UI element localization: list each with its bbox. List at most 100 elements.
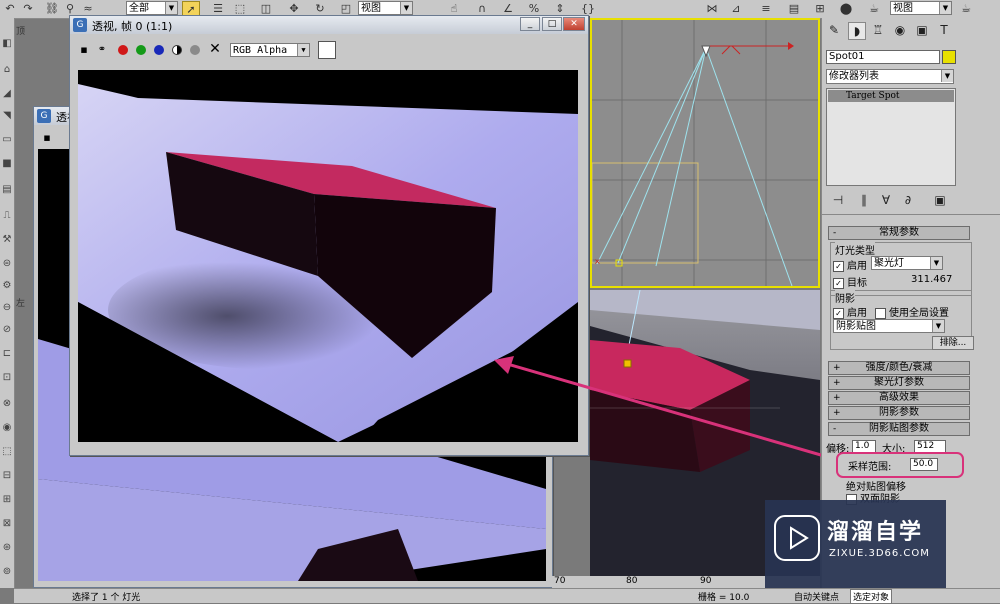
object-color-swatch[interactable] (942, 50, 956, 64)
tool-icon[interactable]: ⊡ (1, 372, 13, 384)
light-enable-checkbox[interactable]: ✓ 启用 (833, 257, 867, 272)
clear-icon[interactable]: ✕ (208, 41, 222, 57)
tool-icon[interactable]: ⊠ (1, 518, 13, 530)
tool-icon[interactable]: ⊘ (1, 324, 13, 336)
monochrome-icon[interactable] (190, 45, 200, 55)
intensity-rollout[interactable]: + 强度/颜色/衰减 (828, 361, 970, 375)
selection-filter-dropdown[interactable]: 全部 ▼ (126, 1, 178, 15)
create-tab-icon[interactable]: ✎ (826, 22, 842, 38)
tool-icon[interactable]: ⊞ (1, 494, 13, 506)
shadow-type-dropdown[interactable]: 阴影贴图 ▼ (833, 319, 945, 333)
tool-icon[interactable]: ■ (1, 158, 13, 170)
tool-icon[interactable]: ⊗ (1, 398, 13, 410)
auto-key-button[interactable]: 自动关键点 (794, 590, 839, 603)
redo-icon[interactable]: ↷ (20, 1, 36, 16)
hierarchy-tab-icon[interactable]: ♖ (870, 22, 886, 38)
tool-icon[interactable]: ⚙ (1, 280, 13, 292)
link-icon[interactable]: ⛓ (44, 1, 60, 16)
advanced-effects-rollout[interactable]: + 高级效果 (828, 391, 970, 405)
sample-range-spinner[interactable]: 50.0 (910, 458, 938, 471)
viewport-top-right[interactable]: × (590, 18, 820, 288)
snap-icon[interactable]: ∩ (474, 1, 490, 16)
remove-modifier-icon[interactable]: ∂ (900, 192, 916, 208)
modify-tab-icon[interactable]: ◗ (848, 22, 866, 40)
exclude-button[interactable]: 排除... (932, 336, 974, 350)
light-type-dropdown[interactable]: 聚光灯 ▼ (871, 256, 943, 270)
tool-icon[interactable]: ⊛ (1, 542, 13, 554)
bind-space-warp-icon[interactable]: ≈ (80, 1, 96, 16)
general-params-rollout[interactable]: - 常规参数 (828, 226, 970, 240)
modifier-list-dropdown[interactable]: 修改器列表 ▼ (826, 69, 954, 84)
tool-icon[interactable]: ⊏ (1, 348, 13, 360)
save-image-icon[interactable]: ▪ (78, 44, 90, 56)
display-tab-icon[interactable]: ▣ (914, 22, 930, 38)
tool-icon[interactable]: ⊜ (1, 258, 13, 270)
tool-icon[interactable]: ◉ (1, 422, 13, 434)
show-end-result-icon[interactable]: ∥ (856, 192, 872, 208)
viewport-label-left[interactable]: 左 (16, 296, 25, 309)
make-unique-icon[interactable]: ∀ (878, 192, 894, 208)
display-channel-dropdown[interactable]: RGB Alpha ▼ (230, 43, 310, 57)
percent-snap-icon[interactable]: % (526, 1, 542, 16)
tool-icon[interactable]: ▭ (1, 134, 13, 146)
save-icon[interactable]: ▪ (40, 131, 54, 145)
stack-item-target-spot[interactable]: Target Spot (828, 90, 954, 102)
green-channel-icon[interactable] (136, 45, 146, 55)
tool-icon[interactable]: ⊚ (1, 566, 13, 578)
color-swatch[interactable] (318, 41, 336, 59)
spinner-snap-icon[interactable]: ⇕ (552, 1, 568, 16)
select-by-name-icon[interactable]: ☰ (210, 1, 226, 16)
render-setup-icon[interactable]: ☕ (866, 1, 882, 16)
mirror-icon[interactable]: ⋈ (704, 1, 720, 16)
motion-tab-icon[interactable]: ◉ (892, 22, 908, 38)
layer-manager-icon[interactable]: ≡ (758, 1, 774, 16)
maximize-button[interactable]: □ (542, 17, 562, 31)
named-selection-icon[interactable]: {} (580, 1, 596, 16)
use-global-settings-checkbox[interactable]: 使用全局设置 (875, 304, 949, 319)
target-checkbox[interactable]: ✓ 目标 (833, 274, 867, 289)
rendered-frame-titlebar[interactable]: G 透视, 帧 0 (1:1) _ □ ✕ (70, 16, 588, 34)
viewport-label-top[interactable]: 顶 (16, 24, 25, 37)
tool-icon[interactable]: ⚒ (1, 234, 13, 246)
material-editor-icon[interactable]: ⬤ (838, 1, 854, 16)
tool-icon[interactable]: ⊟ (1, 470, 13, 482)
rect-select-icon[interactable]: ⬚ (232, 1, 248, 16)
tool-icon[interactable]: ◢ (1, 88, 13, 100)
shadow-map-params-rollout[interactable]: - 阴影贴图参数 (828, 422, 970, 436)
angle-snap-icon[interactable]: ∠ (500, 1, 516, 16)
curve-editor-icon[interactable]: ▤ (786, 1, 802, 16)
alpha-channel-icon[interactable] (172, 45, 182, 55)
tool-icon[interactable]: ⎍ (1, 210, 13, 222)
quick-render-icon[interactable]: ☕ (958, 1, 974, 16)
blue-channel-icon[interactable] (154, 45, 164, 55)
manipulate-icon[interactable]: ☝ (446, 1, 462, 16)
select-move-icon[interactable]: ✥ (286, 1, 302, 16)
red-channel-icon[interactable] (118, 45, 128, 55)
shadow-enable-checkbox[interactable]: ✓ 启用 (833, 304, 867, 319)
window-crossing-icon[interactable]: ◫ (258, 1, 274, 16)
pin-stack-icon[interactable]: ⊣ (830, 192, 846, 208)
tool-icon[interactable]: ⊖ (1, 302, 13, 314)
tool-icon[interactable]: ▤ (1, 184, 13, 196)
tool-icon[interactable]: ◧ (1, 38, 13, 50)
object-name-field[interactable]: Spot01 (826, 50, 940, 64)
select-rotate-icon[interactable]: ↻ (312, 1, 328, 16)
shadow-params-rollout[interactable]: + 阴影参数 (828, 406, 970, 420)
tool-icon[interactable]: ◥ (1, 110, 13, 122)
modifier-stack[interactable]: Target Spot (826, 88, 956, 186)
configure-sets-icon[interactable]: ▣ (932, 192, 948, 208)
align-icon[interactable]: ⊿ (728, 1, 744, 16)
utilities-tab-icon[interactable]: T (936, 22, 952, 38)
minimize-button[interactable]: _ (520, 17, 540, 31)
clone-window-icon[interactable]: ⚭ (94, 44, 110, 56)
select-scale-icon[interactable]: ◰ (338, 1, 354, 16)
close-button[interactable]: ✕ (563, 17, 585, 31)
spotlight-params-rollout[interactable]: + 聚光灯参数 (828, 376, 970, 390)
schematic-view-icon[interactable]: ⊞ (812, 1, 828, 16)
tool-icon[interactable]: ⌂ (1, 64, 13, 76)
unlink-icon[interactable]: ⚲ (62, 1, 78, 16)
undo-icon[interactable]: ↶ (2, 1, 18, 16)
reference-coordinate-dropdown[interactable]: 视图 ▼ (358, 1, 413, 15)
tool-icon[interactable]: ⬚ (1, 446, 13, 458)
render-type-dropdown[interactable]: 视图 ▼ (890, 1, 952, 15)
